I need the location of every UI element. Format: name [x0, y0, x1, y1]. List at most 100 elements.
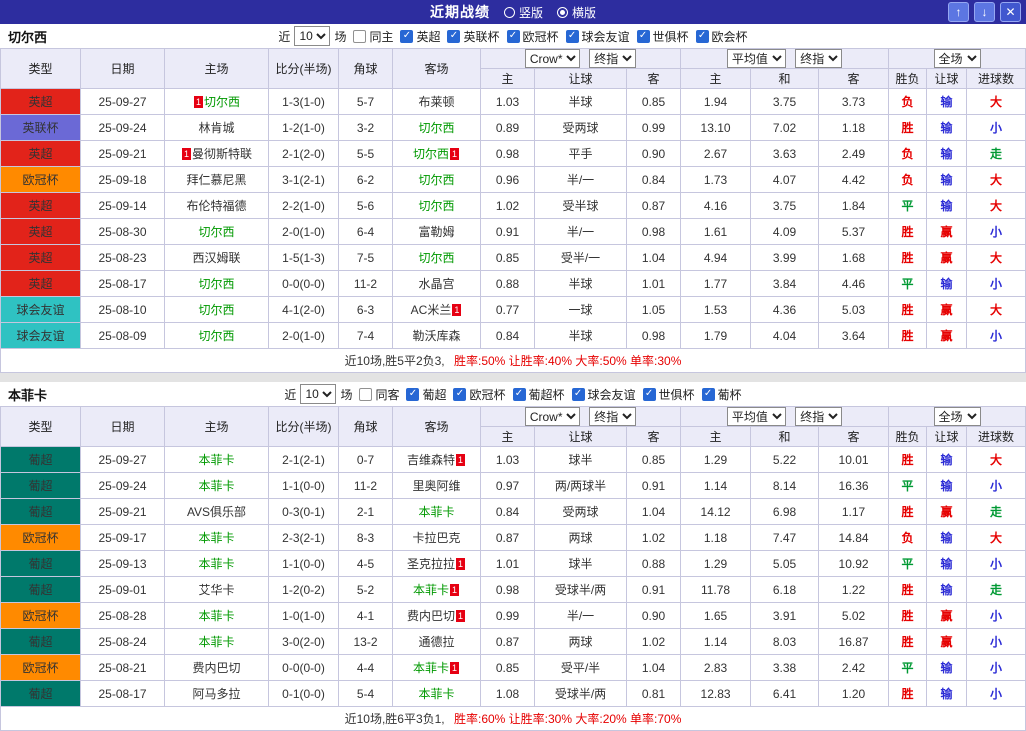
league-checkbox[interactable]: ✓ 球会友谊 [571, 386, 636, 403]
league-checkbox[interactable]: ✓ 葡杯 [701, 386, 742, 403]
home-team[interactable]: 布伦特福德 [186, 199, 246, 213]
match-score[interactable]: 0-3(0-1) [268, 498, 339, 525]
home-team[interactable]: AVS俱乐部 [187, 505, 246, 519]
league-checkbox[interactable]: ✓ 英联杯 [447, 28, 500, 45]
away-team[interactable]: 吉维森特 [407, 453, 455, 467]
home-team[interactable]: 阿马多拉 [192, 687, 240, 701]
match-count-select[interactable]: 10 [294, 26, 331, 46]
period-select[interactable]: 全场 [933, 407, 981, 426]
same-venue-checkbox[interactable]: 同主 [353, 28, 393, 45]
away-team[interactable]: 切尔西 [413, 147, 449, 161]
asia-odds-time-select[interactable]: 终指 [589, 407, 637, 426]
league-checkbox[interactable]: ✓ 世俱杯 [642, 386, 695, 403]
asia-home-odds: 0.85 [480, 654, 535, 681]
away-team[interactable]: 里奥阿维 [412, 479, 460, 493]
europe-odds-source-select[interactable]: 平均值 [726, 407, 786, 426]
checkbox-label: 英超 [416, 29, 441, 44]
near-label: 近 [278, 29, 291, 44]
match-score[interactable]: 1-5(1-3) [268, 244, 339, 271]
away-team[interactable]: 切尔西 [418, 121, 454, 135]
away-team[interactable]: 富勒姆 [418, 225, 454, 239]
home-team[interactable]: 拜仁慕尼黑 [186, 173, 246, 187]
home-team[interactable]: 本菲卡 [198, 453, 234, 467]
match-score[interactable]: 2-0(1-0) [268, 218, 339, 245]
europe-odds-source-select[interactable]: 平均值 [726, 49, 786, 68]
match-score[interactable]: 2-0(1-0) [268, 322, 339, 349]
match-score[interactable]: 1-1(0-0) [268, 472, 339, 499]
period-select[interactable]: 全场 [933, 49, 981, 68]
match-score[interactable]: 2-2(1-0) [268, 192, 339, 219]
match-score[interactable]: 0-0(0-0) [268, 270, 339, 297]
asia-away-odds: 1.02 [625, 628, 682, 655]
move-up-button[interactable]: ↑ [948, 2, 969, 22]
away-team[interactable]: 切尔西 [418, 251, 454, 265]
match-score[interactable]: 1-0(1-0) [268, 602, 339, 629]
away-team[interactable]: 费内巴切 [407, 609, 455, 623]
away-team[interactable]: AC米兰 [411, 303, 452, 317]
home-team[interactable]: 本菲卡 [198, 531, 234, 545]
match-score[interactable]: 3-0(2-0) [268, 628, 339, 655]
match-score[interactable]: 4-1(2-0) [268, 296, 339, 323]
league-checkbox[interactable]: ✓ 葡超杯 [512, 386, 565, 403]
match-date: 25-08-30 [80, 218, 165, 245]
europe-odds-time-select[interactable]: 终指 [795, 49, 843, 68]
away-team[interactable]: 水晶宫 [418, 277, 454, 291]
away-team[interactable]: 本菲卡 [413, 583, 449, 597]
match-score[interactable]: 2-1(2-0) [268, 140, 339, 167]
league-checkbox[interactable]: ✓ 英超 [400, 28, 440, 45]
home-team[interactable]: 切尔西 [198, 329, 234, 343]
home-team[interactable]: 切尔西 [204, 95, 240, 109]
away-team[interactable]: 本菲卡 [413, 661, 449, 675]
move-down-button[interactable]: ↓ [974, 2, 995, 22]
asia-away-odds: 0.98 [625, 218, 682, 245]
europe-odds-time-select[interactable]: 终指 [795, 407, 843, 426]
match-score[interactable]: 1-2(0-2) [268, 576, 339, 603]
league-checkbox[interactable]: ✓ 球会友谊 [565, 28, 630, 45]
match-score[interactable]: 2-1(2-1) [268, 446, 339, 473]
away-team[interactable]: 圣克拉拉 [407, 557, 455, 571]
match-score[interactable]: 3-1(2-1) [268, 166, 339, 193]
away-team[interactable]: 卡拉巴克 [412, 531, 460, 545]
horizontal-layout-radio[interactable]: 横版 [557, 4, 596, 21]
home-team[interactable]: 本菲卡 [198, 635, 234, 649]
match-score[interactable]: 0-0(0-0) [268, 654, 339, 681]
league-checkbox[interactable]: ✓ 欧冠杯 [506, 28, 559, 45]
league-checkbox[interactable]: ✓ 世俱杯 [636, 28, 689, 45]
home-team[interactable]: 西汉姆联 [192, 251, 240, 265]
match-count-select[interactable]: 10 [300, 384, 337, 404]
away-team[interactable]: 布莱顿 [418, 95, 454, 109]
home-team[interactable]: 本菲卡 [198, 557, 234, 571]
away-team[interactable]: 勒沃库森 [412, 329, 460, 343]
bookmaker-select[interactable]: Crow* [524, 49, 580, 68]
asia-odds-time-select[interactable]: 终指 [589, 49, 637, 68]
home-team[interactable]: 林肯城 [198, 121, 234, 135]
match-row: 英超 25-09-21 1 曼彻斯特联 2-1(2-0) 5-5 切尔西 1 0.98 平手 0.9… [0, 140, 1026, 167]
home-team[interactable]: 本菲卡 [198, 479, 234, 493]
away-team[interactable]: 切尔西 [418, 173, 454, 187]
away-team[interactable]: 切尔西 [418, 199, 454, 213]
vertical-layout-radio[interactable]: 竖版 [503, 4, 543, 21]
match-score[interactable]: 0-1(0-0) [268, 680, 339, 707]
league-checkbox[interactable]: ✓ 欧会杯 [695, 28, 748, 45]
home-team[interactable]: 切尔西 [198, 303, 234, 317]
match-score[interactable]: 2-3(2-1) [268, 524, 339, 551]
home-team[interactable]: 切尔西 [198, 225, 234, 239]
away-team[interactable]: 本菲卡 [418, 505, 454, 519]
match-score[interactable]: 1-2(1-0) [268, 114, 339, 141]
match-score[interactable]: 1-1(0-0) [268, 550, 339, 577]
avg-home-odds: 13.10 [680, 114, 752, 141]
home-team[interactable]: 费内巴切 [192, 661, 240, 675]
home-team[interactable]: 曼彻斯特联 [192, 147, 252, 161]
league-checkbox[interactable]: ✓ 欧冠杯 [453, 386, 506, 403]
same-venue-checkbox[interactable]: 同客 [359, 386, 399, 403]
away-team[interactable]: 通德拉 [418, 635, 454, 649]
home-team[interactable]: 切尔西 [198, 277, 234, 291]
match-score[interactable]: 1-3(1-0) [268, 88, 339, 115]
league-checkbox[interactable]: ✓ 葡超 [406, 386, 446, 403]
asia-home-odds: 0.85 [480, 244, 535, 271]
home-team[interactable]: 艾华卡 [198, 583, 234, 597]
bookmaker-select[interactable]: Crow* [524, 407, 580, 426]
home-team[interactable]: 本菲卡 [198, 609, 234, 623]
away-team[interactable]: 本菲卡 [418, 687, 454, 701]
close-button[interactable]: ✕ [1000, 2, 1021, 22]
